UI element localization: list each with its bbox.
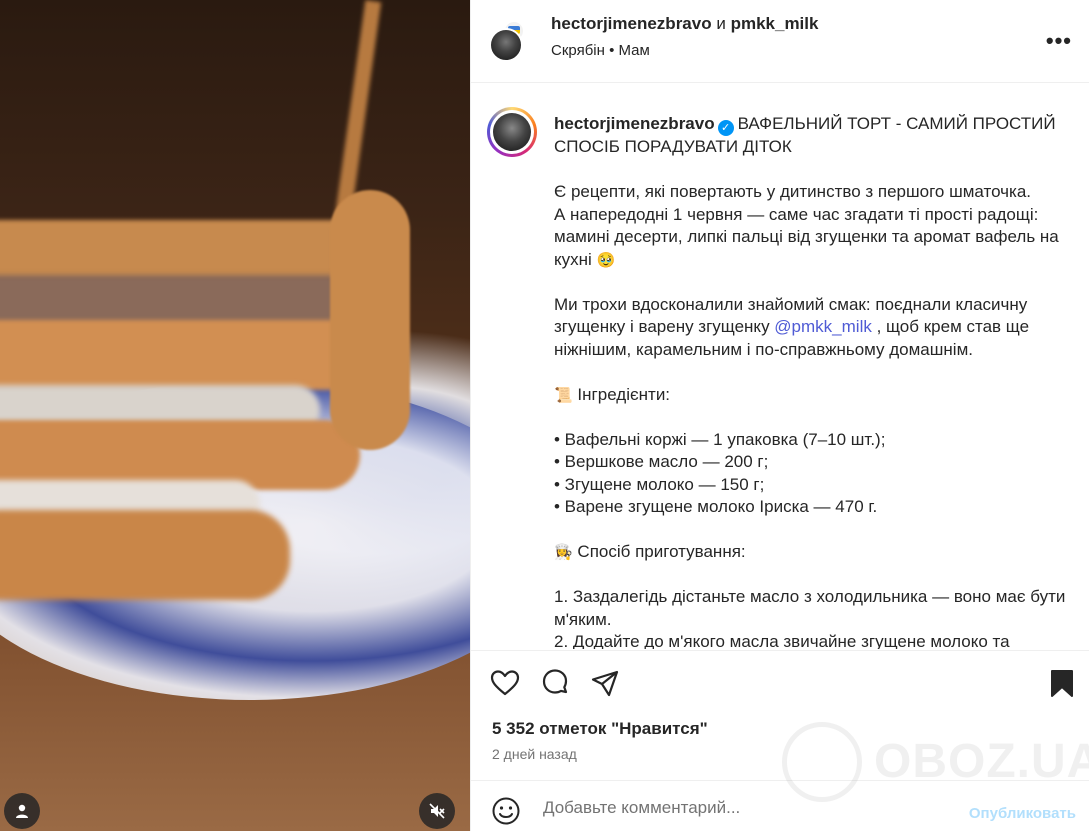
emoji-icon[interactable]	[491, 796, 521, 826]
person-icon	[16, 804, 28, 818]
mute-button[interactable]	[419, 793, 455, 829]
tagged-users-button[interactable]	[4, 793, 40, 829]
post-media-video[interactable]	[0, 0, 470, 831]
avatar[interactable]	[487, 107, 537, 157]
audio-title-link[interactable]: Мам	[619, 42, 650, 59]
speaker-muted-icon	[429, 803, 445, 819]
post-panel: hectorjimenezbravo и pmkk_milk Скрябін •…	[470, 0, 1089, 831]
verified-badge-icon: ✓	[717, 120, 734, 136]
scroll-emoji: 📜	[554, 385, 573, 404]
comment-icon[interactable]	[539, 667, 571, 699]
share-icon[interactable]	[589, 667, 621, 699]
bookmark-icon[interactable]	[1046, 667, 1078, 699]
method-heading: 👩‍🍳 Спосіб приготування:	[554, 542, 746, 561]
caption-paragraph: Ми трохи вдосконалили знайомий смак: поє…	[554, 294, 1030, 359]
caption-line: А напередодні 1 червня — саме час згадат…	[554, 204, 1059, 269]
post-actions: 5 352 отметок "Нравится" 2 дней назад	[471, 650, 1089, 781]
more-options-icon[interactable]: •••	[1046, 28, 1072, 54]
comment-bar: Опубликовать	[471, 780, 1089, 832]
mention-link[interactable]: @pmkk_milk	[774, 317, 872, 336]
cook-emoji: 👩‍🍳	[554, 543, 573, 561]
method-step: 1. Заздалегідь дістаньте масло з холодил…	[554, 587, 1066, 629]
heart-icon[interactable]	[489, 667, 521, 699]
username-link[interactable]: pmkk_milk	[731, 14, 819, 33]
pleading-face-emoji: 🥹	[596, 250, 616, 269]
post-header: hectorjimenezbravo и pmkk_milk Скрябін •…	[471, 0, 1089, 83]
caption-username[interactable]: hectorjimenezbravo	[554, 114, 715, 133]
ingredient-item: • Варене згущене молоко Іриска — 470 г.	[554, 497, 878, 516]
collab-avatars[interactable]	[489, 20, 525, 62]
username-link[interactable]: hectorjimenezbravo	[551, 14, 712, 33]
caramel-drip	[330, 190, 410, 450]
audio-info: Скрябін • Мам	[551, 42, 650, 59]
ingredient-item: • Згущене молоко — 150 г;	[554, 474, 765, 494]
avatar	[489, 28, 523, 62]
likes-count[interactable]: 5 352 отметок "Нравится"	[492, 719, 708, 739]
ingredient-item: • Вафельні коржі — 1 упаковка (7–10 шт.)…	[554, 429, 886, 449]
ingredients-heading: 📜 Інгредієнти:	[554, 384, 671, 404]
caption-area: hectorjimenezbravo ✓ ВАФЕЛЬНИЙ ТОРТ - САМИ…	[471, 83, 1089, 649]
audio-artist-link[interactable]: Скрябін	[551, 42, 605, 59]
post-timestamp[interactable]: 2 дней назад	[492, 746, 577, 762]
separator: •	[609, 42, 615, 59]
method-step: 2. Додайте до м'якого масла звичайне згу…	[554, 632, 1010, 649]
collab-usernames: hectorjimenezbravo и pmkk_milk	[551, 14, 818, 34]
ingredient-item: • Вершкове масло — 200 г;	[554, 452, 769, 471]
and-text: и	[716, 14, 726, 33]
publish-button[interactable]: Опубликовать	[969, 805, 1076, 822]
caption-heading: hectorjimenezbravo ✓ ВАФЕЛЬНИЙ ТОРТ - САМИ…	[554, 113, 1074, 159]
comment-input[interactable]	[541, 795, 925, 821]
caramel-stream	[334, 0, 382, 221]
caption-body: Є рецепти, які повертають у дитинство з …	[554, 181, 1074, 649]
caption-line: Є рецепти, які повертають у дитинство з …	[554, 182, 1032, 201]
